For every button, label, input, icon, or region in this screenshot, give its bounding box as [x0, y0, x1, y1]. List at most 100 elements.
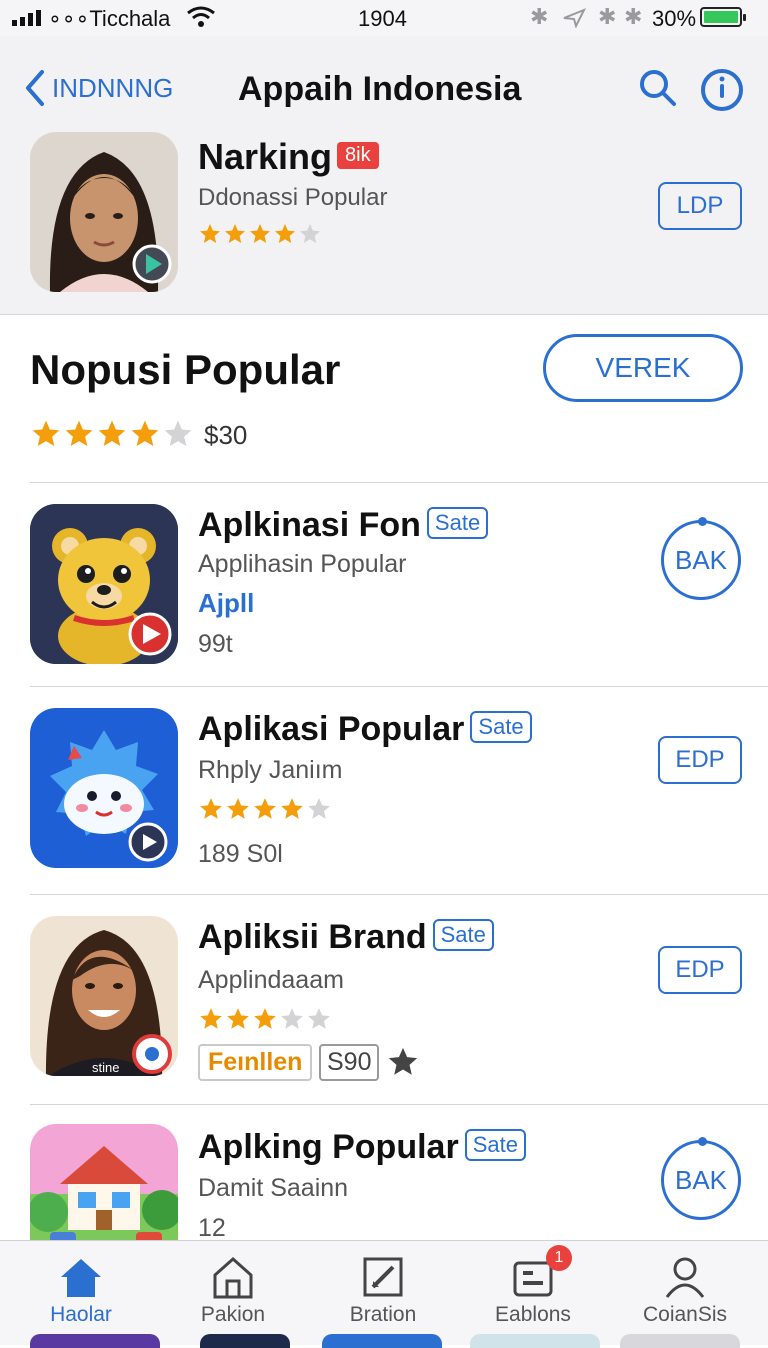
cloud-mascot-app-icon[interactable] — [30, 708, 178, 868]
tab-profile[interactable]: CoianSis — [610, 1241, 760, 1331]
tab-eablons[interactable]: 1 Eablons — [458, 1241, 608, 1331]
info-icon[interactable] — [700, 68, 744, 112]
cloud-mascot-icon — [30, 708, 178, 868]
back-button[interactable]: INDNNNG — [22, 68, 173, 108]
tab-label: CoianSis — [642, 1303, 728, 1326]
sate-tag: Sate — [432, 919, 494, 951]
divider — [30, 686, 768, 687]
app-meta: 189 S0l — [198, 840, 283, 868]
app-title: Aplikasi Popular Sate — [198, 710, 532, 749]
house-app-icon[interactable] — [30, 1124, 178, 1254]
dock-app-peek — [200, 1334, 290, 1348]
app-action-button[interactable]: EDP — [658, 946, 742, 994]
app-rating — [198, 796, 333, 827]
bear-app-icon[interactable] — [30, 504, 178, 664]
featured-app-icon[interactable] — [30, 132, 178, 292]
divider — [30, 482, 768, 483]
dock-app-peek — [470, 1334, 600, 1348]
page-title: Appaih Indonesia — [238, 70, 522, 108]
divider — [30, 894, 768, 895]
app-subtitle: Applihasin Popular — [198, 550, 407, 578]
star-icon — [281, 798, 303, 819]
search-icon[interactable] — [638, 68, 678, 108]
app-action-label: BAK — [674, 1164, 728, 1195]
bluetooth-icon: ✱ — [530, 4, 549, 29]
star-icon — [227, 798, 249, 819]
signal-icon — [12, 10, 41, 26]
section-title: Nopusi Popular — [30, 346, 341, 393]
tab-label: Eablons — [495, 1303, 571, 1326]
star-icon — [227, 1008, 249, 1029]
star-icon — [300, 224, 320, 243]
sate-tag: Sate — [426, 507, 489, 539]
tab-bration[interactable]: Bration — [308, 1241, 458, 1331]
battery-percent: 30% — [652, 6, 697, 31]
app-title: Aplking Popular Sate — [198, 1128, 526, 1167]
star-icon — [32, 420, 60, 446]
section-rating — [30, 418, 195, 455]
star-icon — [164, 420, 192, 446]
view-all-button[interactable]: VEREK — [543, 334, 743, 402]
star-icon — [275, 224, 295, 243]
tab-label: Pakion — [200, 1303, 266, 1326]
star-icon[interactable] — [386, 1044, 420, 1080]
star-icon — [200, 1008, 222, 1029]
app-title: Apliksii Brand Sate — [198, 918, 494, 957]
back-label: INDNNNG — [52, 72, 174, 103]
dock-app-peek — [620, 1334, 740, 1348]
featured-get-button[interactable]: LDP — [658, 182, 742, 230]
star-icon — [200, 798, 222, 819]
star-icon — [308, 1008, 330, 1029]
app-action-button[interactable]: BAK — [661, 517, 741, 600]
app-subtitle: Rhply Janiım — [198, 756, 343, 784]
star-icon — [131, 420, 159, 446]
profile-icon — [665, 1257, 705, 1298]
app-rating — [198, 1006, 333, 1037]
tab-label: Haolar — [50, 1303, 112, 1326]
tab-pakion[interactable]: Pakion — [158, 1241, 308, 1331]
edit-icon — [363, 1257, 403, 1297]
home-icon — [61, 1259, 101, 1297]
status-bar: ∘∘∘Ticchala 1904 ✱ ✱ ✱ 30% — [0, 0, 768, 36]
divider — [30, 1104, 768, 1105]
featured-title: Narking — [198, 136, 333, 177]
woman-portrait-app-icon[interactable]: stine — [30, 916, 178, 1076]
category-chip[interactable]: Feınllen — [198, 1044, 313, 1081]
star-icon — [98, 420, 126, 446]
price-chip[interactable]: S90 — [319, 1044, 380, 1081]
notification-badge: 1 — [546, 1245, 572, 1271]
star-icon — [308, 798, 330, 819]
carrier-name: ∘∘∘Ticchala — [48, 6, 171, 31]
house-icon — [30, 1124, 178, 1254]
svg-text:stine: stine — [92, 1060, 119, 1075]
app-meta: 99t — [198, 630, 233, 658]
star-icon — [281, 1008, 303, 1029]
woman-portrait-icon — [30, 132, 178, 292]
chevron-left-icon — [26, 70, 44, 106]
dock-app-peek — [322, 1334, 442, 1348]
dock-app-peek — [30, 1334, 160, 1348]
featured-section: INDNNNG Appaih Indonesia Narking 8ik Ddo… — [0, 36, 768, 315]
battery-icon — [700, 7, 746, 27]
wifi-icon — [187, 6, 215, 27]
sate-tag: Sate — [470, 711, 532, 743]
star-icon — [65, 420, 93, 446]
building-icon — [213, 1256, 253, 1299]
portrait-icon: stine — [30, 916, 178, 1076]
app-action-button[interactable]: EDP — [658, 736, 742, 784]
app-meta: 12 — [198, 1214, 226, 1240]
featured-subtitle: Ddonassi Popular — [198, 184, 388, 211]
app-subtitle: Damit Saainn — [198, 1174, 349, 1202]
app-subtitle: Applindaaam — [198, 966, 344, 994]
app-link[interactable]: Ajpll — [198, 588, 254, 619]
star-icon — [225, 224, 245, 243]
app-action-button[interactable]: BAK — [661, 1137, 741, 1220]
tab-home[interactable]: Haolar — [6, 1241, 156, 1331]
tab-bar: Haolar Pakion Bration 1 Eablons CoianSis — [0, 1240, 768, 1345]
location-icon — [563, 8, 586, 28]
bluetooth-icon: ✱ — [624, 4, 643, 29]
clock: 1904 — [358, 6, 407, 31]
star-icon — [200, 224, 220, 243]
featured-rating — [198, 222, 323, 251]
sate-tag: Sate — [464, 1129, 526, 1161]
